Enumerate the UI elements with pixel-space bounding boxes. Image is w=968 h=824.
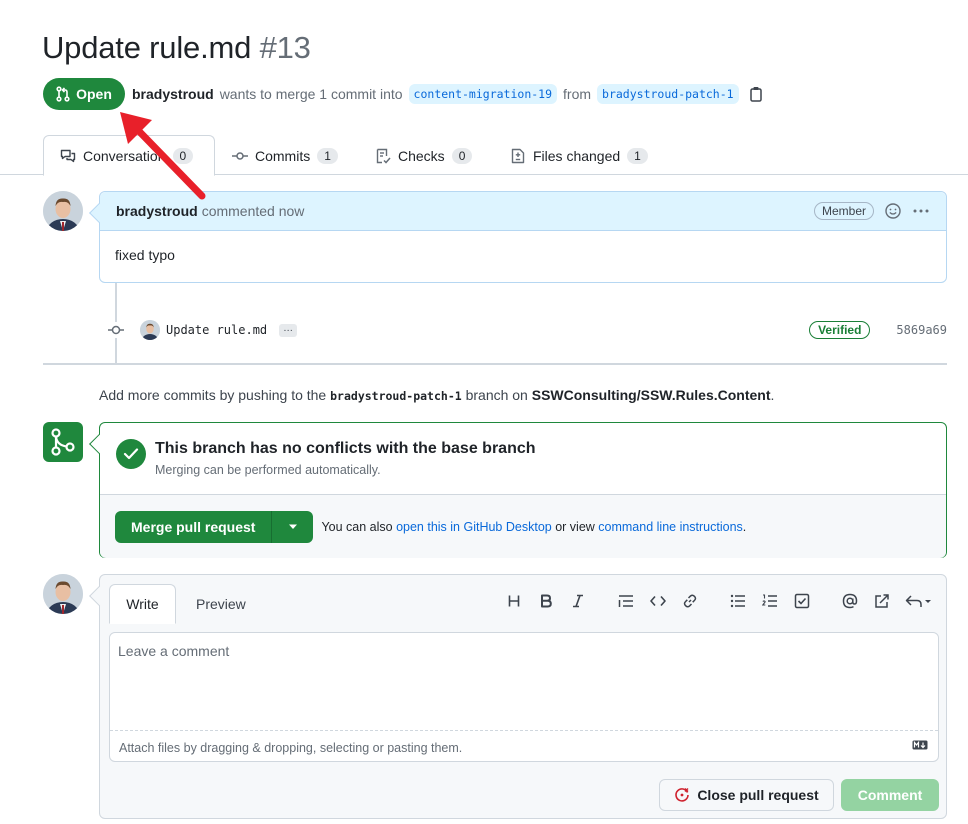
bold-icon[interactable] bbox=[536, 591, 556, 611]
avatar[interactable] bbox=[140, 320, 160, 340]
merge-status-subtitle: Merging can be performed automatically. bbox=[155, 463, 381, 477]
commit-row: Update rule.md … Verified 5869a69 bbox=[106, 318, 947, 342]
pr-meta: bradystroud wants to merge 1 commit into… bbox=[132, 84, 763, 104]
check-circle-icon bbox=[116, 439, 146, 469]
pr-from-text: from bbox=[563, 86, 592, 102]
push-hint: Add more commits by pushing to the brady… bbox=[99, 387, 774, 403]
link-icon[interactable] bbox=[680, 591, 700, 611]
markdown-icon[interactable] bbox=[912, 737, 928, 753]
new-comment-form: Write Preview Leave a comment Attach fil… bbox=[89, 574, 947, 819]
tab-count: 0 bbox=[172, 147, 194, 164]
quote-icon[interactable] bbox=[616, 591, 636, 611]
cross-reference-icon[interactable] bbox=[872, 591, 892, 611]
avatar[interactable] bbox=[43, 191, 83, 231]
kebab-horizontal-icon[interactable] bbox=[912, 202, 930, 220]
pr-state-badge: Open bbox=[43, 78, 125, 110]
merge-alternatives: You can also open this in GitHub Desktop… bbox=[321, 520, 746, 534]
tab-label: Checks bbox=[398, 147, 445, 164]
member-badge: Member bbox=[813, 202, 874, 220]
tab-conversation[interactable]: Conversation 0 bbox=[43, 135, 215, 176]
code-icon[interactable] bbox=[648, 591, 668, 611]
tab-label: Commits bbox=[255, 147, 311, 164]
push-hint-prefix: Add more commits by pushing to the bbox=[99, 387, 327, 403]
comment-editor: Attach files by dragging & dropping, sel… bbox=[109, 632, 939, 762]
commit-expand-button[interactable]: … bbox=[279, 323, 298, 337]
merge-pull-request-button[interactable]: Merge pull request bbox=[115, 510, 273, 543]
new-comment-caret bbox=[89, 586, 109, 606]
tab-files-changed[interactable]: Files changed 1 bbox=[510, 135, 648, 176]
checklist-icon bbox=[375, 148, 391, 164]
verified-badge[interactable]: Verified bbox=[809, 321, 871, 339]
comment-textarea[interactable] bbox=[110, 633, 938, 731]
italic-icon[interactable] bbox=[568, 591, 588, 611]
comment-submit-button[interactable]: Comment bbox=[841, 779, 939, 811]
avatar[interactable] bbox=[43, 574, 83, 614]
tab-checks[interactable]: Checks 0 bbox=[375, 135, 473, 176]
unordered-list-icon[interactable] bbox=[728, 591, 748, 611]
issue-closed-icon bbox=[674, 787, 690, 803]
comment-author[interactable]: bradystroud bbox=[116, 203, 198, 219]
push-hint-suffix: . bbox=[770, 387, 775, 403]
merge-alt-prefix: You can also bbox=[321, 519, 393, 534]
merge-status-title: This branch has no conflicts with the ba… bbox=[155, 440, 536, 457]
merge-alt-middle: or view bbox=[555, 519, 595, 534]
ordered-list-icon[interactable] bbox=[760, 591, 780, 611]
tab-label: Files changed bbox=[533, 147, 621, 164]
pr-title: Update rule.md bbox=[42, 30, 252, 65]
commit-sha-link[interactable]: 5869a69 bbox=[896, 323, 947, 337]
push-hint-middle: branch on bbox=[465, 387, 528, 403]
merge-actions: Merge pull request You can also open thi… bbox=[100, 495, 946, 558]
comment-card: bradystroud commented now Member fixed t… bbox=[89, 191, 947, 283]
close-pull-request-label: Close pull request bbox=[697, 787, 819, 803]
tab-preview[interactable]: Preview bbox=[196, 596, 246, 612]
triangle-down-icon bbox=[288, 524, 297, 529]
git-merge-icon bbox=[43, 422, 83, 462]
file-diff-icon bbox=[510, 148, 526, 164]
git-pull-request-icon bbox=[56, 86, 70, 102]
copy-icon[interactable] bbox=[749, 86, 763, 102]
close-pull-request-button[interactable]: Close pull request bbox=[659, 779, 834, 811]
merge-button-group: Merge pull request bbox=[115, 510, 314, 543]
comment-timestamp[interactable]: commented now bbox=[202, 203, 305, 219]
push-hint-branch: bradystroud-patch-1 bbox=[330, 389, 462, 403]
attach-files-hint[interactable]: Attach files by dragging & dropping, sel… bbox=[119, 741, 462, 755]
tab-commits[interactable]: Commits 1 bbox=[232, 135, 338, 176]
heading-icon[interactable] bbox=[504, 591, 524, 611]
smiley-icon[interactable] bbox=[884, 202, 902, 220]
merge-alt-suffix: . bbox=[742, 519, 747, 534]
open-in-desktop-link[interactable]: open this in GitHub Desktop bbox=[396, 520, 552, 534]
pr-merge-text: wants to merge 1 commit into bbox=[219, 86, 403, 102]
pr-number: #13 bbox=[259, 30, 311, 65]
push-hint-repo: SSWConsulting/SSW.Rules.Content bbox=[531, 387, 771, 403]
tab-count: 1 bbox=[627, 147, 648, 164]
merge-status: This branch has no conflicts with the ba… bbox=[100, 423, 946, 495]
git-commit-icon bbox=[232, 148, 248, 164]
comment-header: bradystroud commented now Member bbox=[100, 192, 946, 231]
tab-write[interactable]: Write bbox=[109, 584, 176, 624]
pr-author-link[interactable]: bradystroud bbox=[132, 86, 214, 102]
page-title: Update rule.md #13 bbox=[42, 30, 311, 66]
pr-state-label: Open bbox=[76, 86, 112, 102]
git-commit-icon bbox=[106, 322, 126, 338]
timeline-divider bbox=[43, 363, 947, 365]
cli-instructions-link[interactable]: command line instructions bbox=[598, 520, 743, 534]
task-list-icon[interactable] bbox=[792, 591, 812, 611]
tab-count: 1 bbox=[317, 147, 338, 164]
merge-method-dropdown[interactable] bbox=[272, 511, 313, 543]
reply-icon[interactable] bbox=[904, 591, 934, 611]
tab-count: 0 bbox=[451, 147, 473, 164]
head-branch-label[interactable]: bradystroud-patch-1 bbox=[597, 84, 739, 104]
merge-box: This branch has no conflicts with the ba… bbox=[89, 422, 947, 558]
base-branch-label[interactable]: content-migration-19 bbox=[408, 84, 558, 104]
comment-body: fixed typo bbox=[115, 247, 175, 263]
comment-discussion-icon bbox=[60, 148, 76, 164]
tab-label: Conversation bbox=[83, 147, 166, 164]
mention-icon[interactable] bbox=[840, 591, 860, 611]
pr-tabs: Conversation 0 Commits 1 Checks 0 Files … bbox=[0, 135, 968, 176]
commit-message-link[interactable]: Update rule.md bbox=[166, 323, 267, 337]
